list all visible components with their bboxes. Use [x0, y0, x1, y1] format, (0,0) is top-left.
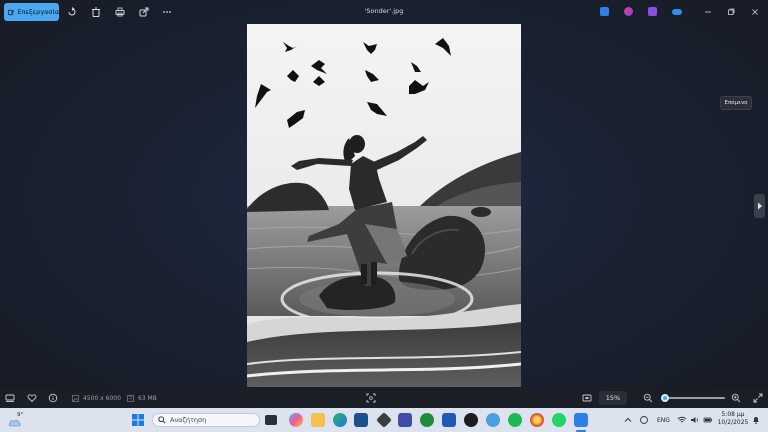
zoom-in-icon: [731, 393, 741, 403]
image-dimensions: 4500 x 6000: [72, 392, 121, 404]
filmstrip-button[interactable]: [5, 392, 15, 404]
wifi-icon[interactable]: [677, 415, 687, 425]
spotify-icon[interactable]: [508, 413, 522, 427]
storage-icon: [127, 394, 134, 402]
cloud-sync-icon: [640, 416, 648, 424]
app-visual-studio-icon[interactable]: [398, 413, 412, 427]
heart-icon: [27, 394, 37, 403]
volume-icon[interactable]: [690, 415, 700, 425]
copilot-icon[interactable]: [289, 413, 303, 427]
chevron-up-icon: [624, 417, 632, 422]
onedrive-icon[interactable]: [672, 9, 682, 15]
clock-time: 5:08 μμ: [721, 411, 745, 418]
clock[interactable]: 5:08 μμ 10/2/2025: [717, 411, 749, 429]
battery-charging-icon: [703, 417, 712, 423]
photos-app-icon[interactable]: [574, 413, 588, 427]
start-button[interactable]: [131, 413, 145, 427]
photo-image: [247, 24, 521, 387]
taskbar: 9° Αναζήτηση ENG 5:08 μμ 10/2/2025: [0, 408, 768, 432]
search-icon: [158, 416, 166, 424]
restore-icon: [728, 8, 735, 15]
fullscreen-button[interactable]: [753, 392, 763, 404]
minimize-icon: [705, 11, 711, 13]
tray-overflow-button[interactable]: [623, 415, 633, 425]
app-cube-icon[interactable]: [376, 412, 392, 428]
actual-size-button[interactable]: [582, 392, 592, 404]
taskbar-search[interactable]: Αναζήτηση: [152, 413, 260, 427]
zoom-slider[interactable]: [661, 394, 725, 402]
close-icon: [752, 9, 758, 15]
search-placeholder: Αναζήτηση: [170, 416, 207, 424]
fit-to-window-button[interactable]: [366, 392, 376, 404]
task-view-icon[interactable]: [265, 415, 277, 425]
chevron-right-icon: [757, 202, 762, 210]
file-info-button[interactable]: [48, 392, 58, 404]
app-chat-icon[interactable]: [464, 413, 478, 427]
next-image-button[interactable]: [754, 194, 765, 218]
zoom-slider-thumb[interactable]: [661, 394, 669, 402]
app-designer-icon[interactable]: [600, 7, 609, 16]
app-clipchamp-icon[interactable]: [624, 7, 633, 16]
dimensions-text: 4500 x 6000: [83, 394, 121, 402]
expand-icon: [753, 393, 763, 403]
tray-security-icon[interactable]: [639, 415, 649, 425]
zoom-in-button[interactable]: [731, 392, 741, 404]
speaker-icon: [691, 417, 698, 423]
battery-icon[interactable]: [703, 415, 713, 425]
language-indicator[interactable]: ENG: [657, 417, 670, 424]
zoom-level-display[interactable]: 15%: [599, 391, 627, 405]
wifi-signal-icon: [677, 416, 687, 423]
zoom-out-icon: [643, 393, 653, 403]
file-size-text: 63 MB: [138, 394, 157, 402]
chrome-icon[interactable]: [530, 413, 544, 427]
favorite-button[interactable]: [27, 392, 37, 404]
weather-cloud-icon: [8, 419, 21, 427]
microsoft-store-icon[interactable]: [354, 413, 368, 427]
close-button[interactable]: [748, 5, 762, 19]
filmstrip-icon: [5, 394, 15, 402]
status-bar: 4500 x 6000 63 MB: [0, 388, 768, 408]
next-tooltip: Επόμενο: [720, 96, 752, 110]
minimize-button[interactable]: [701, 5, 715, 19]
notifications-button[interactable]: [751, 415, 761, 425]
xbox-icon[interactable]: [420, 413, 434, 427]
top-toolbar: Επεξεργασία 'Sonder'.jpg: [0, 0, 768, 24]
app-video-editor-icon[interactable]: [648, 7, 657, 16]
file-size: 63 MB: [127, 392, 157, 404]
photo-viewer: Επεξεργασία 'Sonder'.jpg Επόμενο: [0, 0, 768, 408]
edge-browser-icon[interactable]: [333, 413, 347, 427]
image-size-icon: [72, 394, 79, 402]
zoom-out-button[interactable]: [643, 392, 653, 404]
fit-screen-icon: [582, 394, 592, 402]
bell-icon: [753, 417, 759, 424]
whatsapp-icon[interactable]: [552, 413, 566, 427]
word-icon[interactable]: [442, 413, 456, 427]
file-explorer-icon[interactable]: [311, 413, 325, 427]
windows-logo-icon: [132, 414, 144, 426]
maximize-button[interactable]: [724, 5, 738, 19]
app-bird-icon[interactable]: [486, 413, 500, 427]
weather-widget[interactable]: 9°: [7, 412, 25, 428]
info-icon: [48, 393, 58, 403]
focus-frame-icon: [366, 393, 376, 403]
weather-temperature: 9°: [17, 412, 24, 418]
clock-date: 10/2/2025: [717, 419, 749, 426]
